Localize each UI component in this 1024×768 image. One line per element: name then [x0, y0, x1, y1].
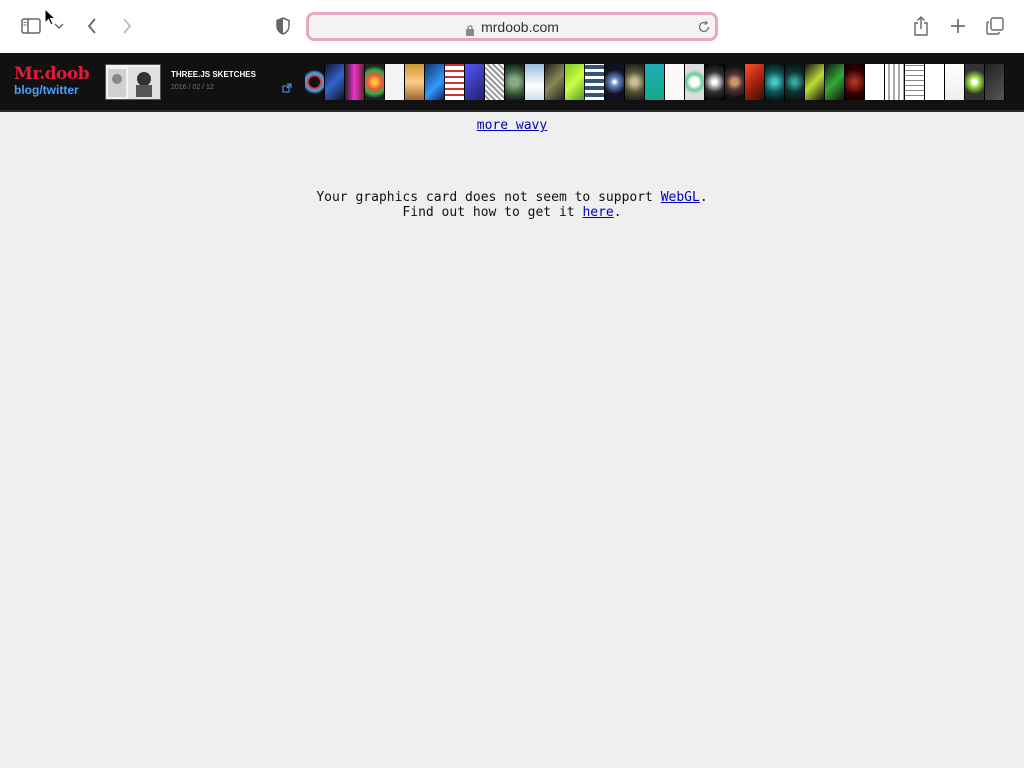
project-thumbnail[interactable] — [485, 64, 505, 100]
new-tab-button[interactable] — [947, 15, 969, 37]
project-thumbnail[interactable] — [785, 64, 805, 100]
project-thumbnail[interactable] — [765, 64, 785, 100]
chevron-left-icon — [87, 18, 96, 34]
project-thumbnail[interactable] — [465, 64, 485, 100]
sidebar-icon[interactable] — [20, 16, 42, 36]
message-line-2: Find out how to get it here. — [0, 205, 1024, 220]
project-thumbnail[interactable] — [305, 64, 325, 100]
project-thumbnail[interactable] — [605, 64, 625, 100]
address-bar[interactable]: mrdoob.com — [306, 12, 718, 41]
project-thumbnail[interactable] — [565, 64, 585, 100]
logo-sub-link[interactable]: blog/twitter — [14, 83, 89, 97]
project-thumbnail[interactable] — [845, 64, 865, 100]
mrdoob-header: Mr.doob blog/twitter THREE.JS SKETCHES 2… — [0, 53, 1024, 112]
more-wavy-link[interactable]: more wavy — [477, 118, 547, 133]
project-thumbnail[interactable] — [365, 64, 385, 100]
page-content: more wavy Your graphics card does not se… — [0, 114, 1024, 768]
lock-icon — [465, 21, 475, 36]
project-thumbnail[interactable] — [805, 64, 825, 100]
project-thumbnail[interactable] — [585, 64, 605, 100]
webgl-error-message: Your graphics card does not seem to supp… — [0, 190, 1024, 220]
project-thumbnail[interactable] — [645, 64, 665, 100]
message-punct: . — [613, 205, 622, 220]
message-line-1: Your graphics card does not seem to supp… — [0, 190, 1024, 205]
project-thumbnails — [305, 64, 1009, 100]
share-icon — [914, 16, 928, 36]
external-link-icon[interactable] — [282, 78, 292, 97]
project-thumbnail[interactable] — [405, 64, 425, 100]
project-thumbnail[interactable] — [385, 64, 405, 100]
shield-icon — [276, 17, 290, 35]
message-text: Find out how to get it — [402, 205, 583, 220]
more-wavy-row: more wavy — [0, 118, 1024, 133]
project-thumbnail[interactable] — [905, 64, 925, 100]
project-thumbnail[interactable] — [505, 64, 525, 100]
project-thumbnail[interactable] — [705, 64, 725, 100]
featured-thumbnail[interactable] — [105, 64, 161, 100]
project-thumbnail[interactable] — [525, 64, 545, 100]
here-link[interactable]: here — [582, 205, 613, 220]
project-thumbnail[interactable] — [685, 64, 705, 100]
project-thumbnail[interactable] — [545, 64, 565, 100]
reload-icon[interactable] — [697, 19, 711, 38]
plus-icon — [951, 19, 965, 33]
featured-title[interactable]: THREE.JS SKETCHES — [171, 70, 256, 79]
privacy-report-button[interactable] — [273, 16, 293, 36]
back-button[interactable] — [82, 15, 102, 37]
project-thumbnail[interactable] — [325, 64, 345, 100]
tabs-overview-button[interactable] — [984, 15, 1006, 37]
tabs-overview-icon — [986, 17, 1004, 35]
project-thumbnail[interactable] — [825, 64, 845, 100]
project-thumbnail[interactable] — [985, 64, 1005, 100]
chevron-right-icon — [123, 18, 132, 34]
project-thumbnail[interactable] — [945, 64, 965, 100]
featured-date: 2016 / 02 / 12 — [171, 84, 214, 91]
browser-toolbar: mrdoob.com — [0, 0, 1024, 53]
forward-button[interactable] — [117, 15, 137, 37]
project-thumbnail[interactable] — [425, 64, 445, 100]
message-punct: . — [699, 190, 708, 205]
url-text: mrdoob.com — [481, 18, 559, 35]
message-text: Your graphics card does not seem to supp… — [316, 190, 661, 205]
project-thumbnail[interactable] — [445, 64, 465, 100]
project-thumbnail[interactable] — [625, 64, 645, 100]
share-button[interactable] — [910, 14, 932, 38]
logo[interactable]: Mr.doob blog/twitter — [14, 64, 90, 97]
project-thumbnail[interactable] — [885, 64, 905, 100]
project-thumbnail[interactable] — [345, 64, 365, 100]
logo-main: Mr.doob — [14, 64, 90, 84]
project-thumbnail[interactable] — [925, 64, 945, 100]
webgl-link[interactable]: WebGL — [661, 190, 700, 205]
project-thumbnail[interactable] — [865, 64, 885, 100]
project-thumbnail[interactable] — [665, 64, 685, 100]
project-thumbnail[interactable] — [965, 64, 985, 100]
mouse-cursor-icon — [44, 7, 57, 30]
project-thumbnail[interactable] — [725, 64, 745, 100]
project-thumbnail[interactable] — [745, 64, 765, 100]
